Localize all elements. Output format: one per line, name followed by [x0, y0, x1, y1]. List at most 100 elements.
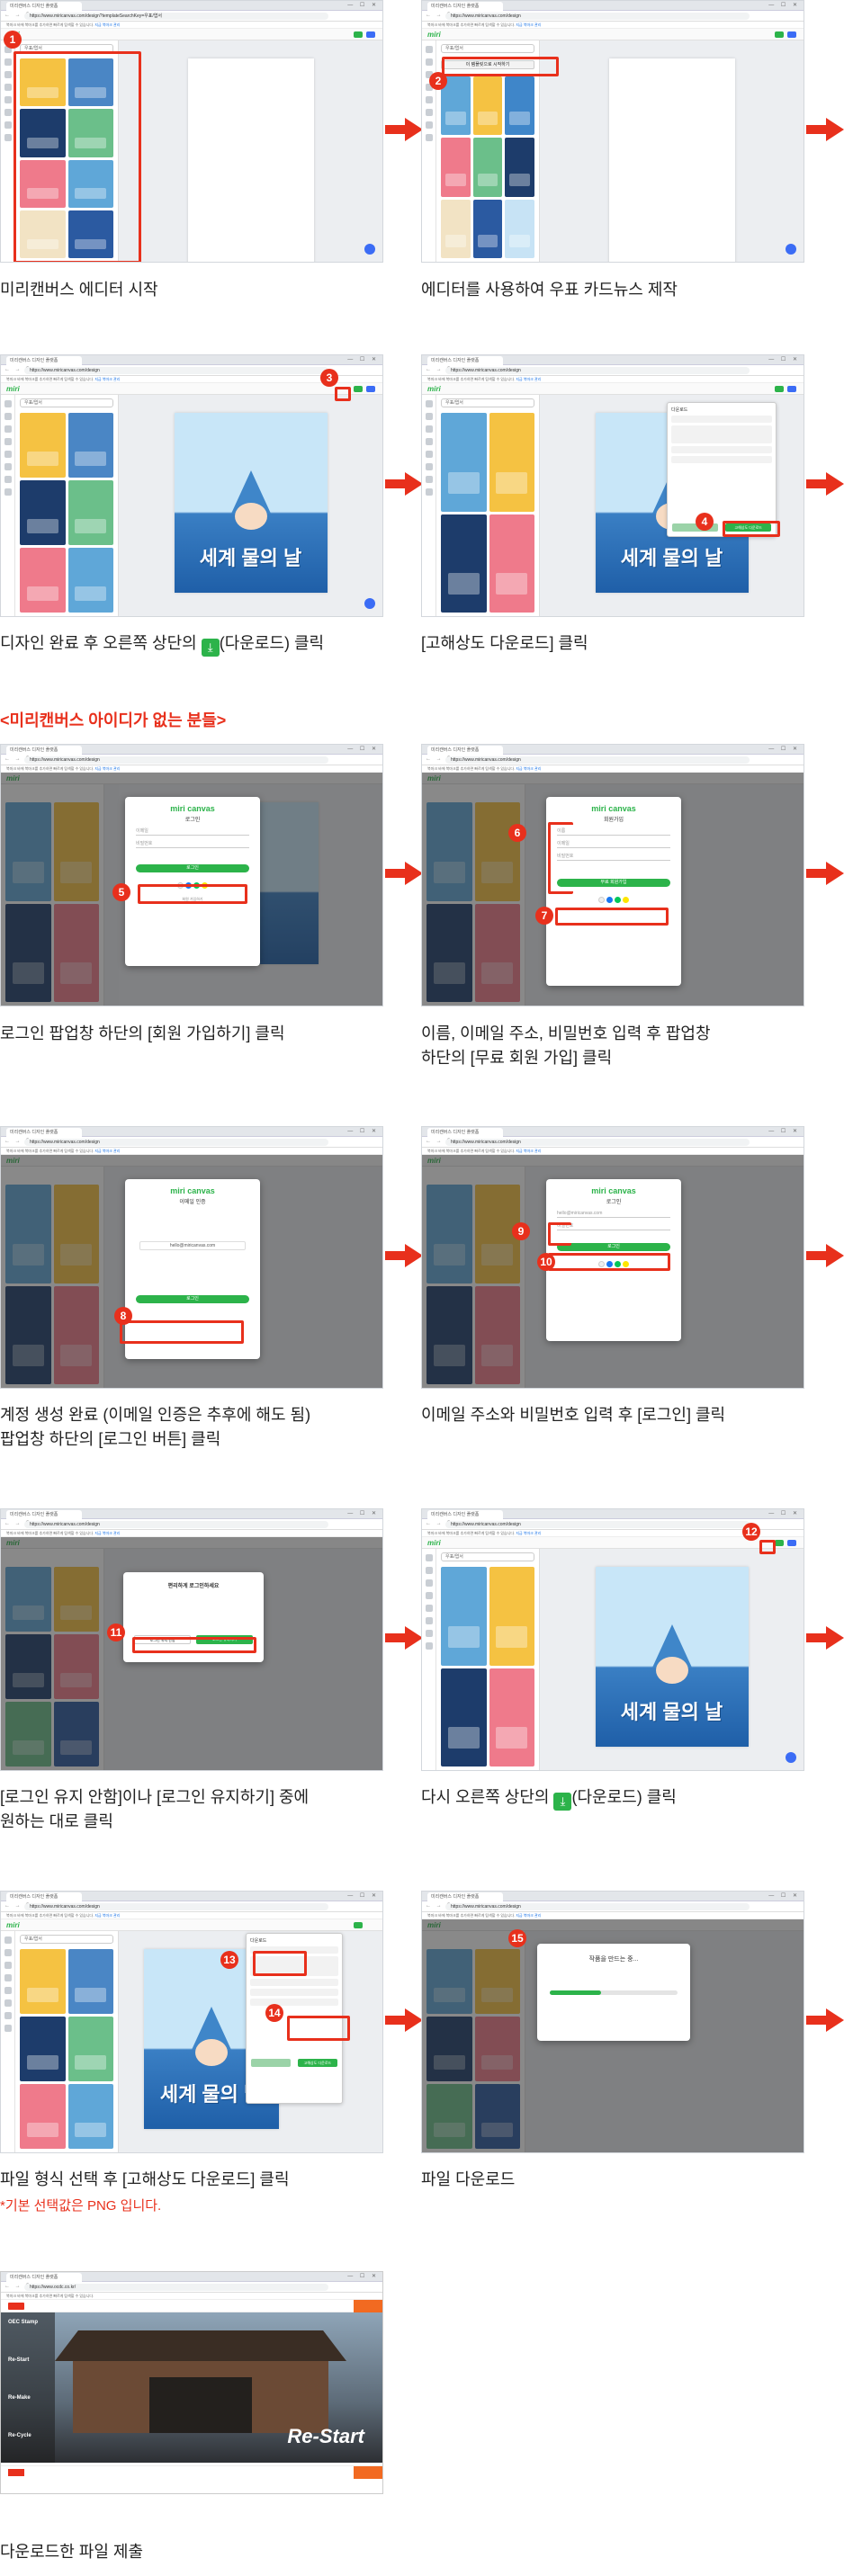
- address-bar[interactable]: https://www.ocdc.co.kr/: [24, 2284, 328, 2291]
- download-button[interactable]: [354, 31, 363, 38]
- address-bar[interactable]: https://www.miricanvas.com/design?templa…: [24, 13, 328, 20]
- name-field[interactable]: 이름: [557, 827, 670, 836]
- help-fab[interactable]: [786, 1752, 796, 1763]
- naver-icon[interactable]: [615, 897, 621, 903]
- download-button[interactable]: [354, 386, 363, 392]
- miri-logo[interactable]: miri: [6, 385, 20, 393]
- window-controls[interactable]: — ☐ ✕: [768, 1892, 800, 1899]
- email-field[interactable]: hello@miricanvas.com: [557, 1210, 670, 1218]
- password-field[interactable]: 비밀번호: [136, 840, 249, 848]
- share-button[interactable]: [787, 1540, 796, 1546]
- download-button[interactable]: [354, 1922, 363, 1928]
- window-controls[interactable]: — ☐ ✕: [347, 1128, 379, 1134]
- free-signup-button[interactable]: 무료 회원가입: [557, 879, 670, 887]
- design-page[interactable]: 세계 물의 날: [174, 413, 328, 593]
- facebook-icon[interactable]: [606, 897, 613, 903]
- share-button[interactable]: [787, 31, 796, 38]
- miri-logo[interactable]: miri: [427, 1539, 441, 1547]
- address-bar[interactable]: https://www.miricanvas.com/design: [24, 1521, 328, 1528]
- download-button[interactable]: [775, 31, 784, 38]
- browser-tab[interactable]: 미리캔버스 디자인 플랫폼: [427, 2, 503, 11]
- template-thumb[interactable]: [20, 548, 66, 613]
- template-search-input[interactable]: 우표/엽서: [20, 1935, 113, 1944]
- window-controls[interactable]: — ☐ ✕: [347, 746, 379, 752]
- address-bar[interactable]: https://www.miricanvas.com/design: [445, 367, 750, 374]
- miri-logo[interactable]: miri: [427, 385, 441, 393]
- miri-logo[interactable]: miri: [427, 31, 441, 39]
- login-button[interactable]: 로그인: [557, 1243, 670, 1251]
- template-thumb[interactable]: [67, 548, 113, 613]
- window-controls[interactable]: — ☐ ✕: [347, 1892, 379, 1899]
- template-search-input[interactable]: 우표/엽서: [441, 398, 534, 407]
- address-bar[interactable]: https://www.miricanvas.com/design: [24, 1139, 328, 1146]
- address-bar[interactable]: https://www.miricanvas.com/design: [445, 1139, 750, 1146]
- window-controls[interactable]: — ☐ ✕: [768, 1510, 800, 1516]
- window-controls[interactable]: — ☐ ✕: [347, 1510, 379, 1516]
- browser-tab[interactable]: 미리캔버스 디자인 플랫폼: [6, 1510, 82, 1519]
- template-thumb[interactable]: [472, 76, 503, 136]
- template-thumb[interactable]: [20, 480, 66, 545]
- share-button[interactable]: [787, 386, 796, 392]
- template-thumb[interactable]: [67, 413, 113, 478]
- template-thumb[interactable]: [489, 514, 534, 613]
- share-button[interactable]: [366, 31, 375, 38]
- password-field[interactable]: 비밀번호: [557, 853, 670, 861]
- browser-tab[interactable]: 미리캔버스 디자인 플랫폼: [6, 2, 82, 11]
- window-controls[interactable]: — ☐ ✕: [768, 1128, 800, 1134]
- browser-tab[interactable]: 미리캔버스 디자인 플랫폼: [427, 1892, 503, 1901]
- template-thumb[interactable]: [472, 199, 503, 258]
- window-controls[interactable]: — ☐ ✕: [347, 356, 379, 362]
- template-thumb[interactable]: [441, 413, 487, 512]
- window-controls[interactable]: — ☐ ✕: [347, 2, 379, 8]
- address-bar[interactable]: https://www.miricanvas.com/design: [24, 367, 328, 374]
- window-controls[interactable]: — ☐ ✕: [768, 2, 800, 8]
- template-search-input[interactable]: 우표/엽서: [20, 398, 113, 407]
- miri-logo[interactable]: miri: [6, 1921, 20, 1929]
- google-icon[interactable]: [598, 897, 605, 903]
- share-button[interactable]: [366, 386, 375, 392]
- template-thumb[interactable]: [441, 199, 471, 258]
- download-button[interactable]: [775, 386, 784, 392]
- browser-tab[interactable]: 미리캔버스 디자인 플랫폼: [427, 1128, 503, 1137]
- help-fab[interactable]: [786, 244, 796, 255]
- browser-tab[interactable]: 미리캔버스 디자인 플랫폼: [427, 356, 503, 365]
- template-thumb[interactable]: [505, 199, 534, 258]
- blank-page[interactable]: [608, 58, 735, 262]
- hq-download-button[interactable]: 고해상도 다운로드: [297, 2059, 337, 2067]
- template-thumb[interactable]: [20, 413, 66, 478]
- browser-tab[interactable]: 미리캔버스 디자인 플랫폼: [6, 1892, 82, 1901]
- email-field[interactable]: 이메일: [136, 827, 249, 836]
- login-button[interactable]: 로그인: [136, 1295, 249, 1303]
- template-thumb[interactable]: [505, 138, 534, 197]
- site-logo[interactable]: [8, 2303, 24, 2310]
- template-thumb[interactable]: [489, 413, 534, 512]
- address-bar[interactable]: https://www.miricanvas.com/design: [24, 1903, 328, 1910]
- login-button[interactable]: 로그인: [136, 864, 249, 872]
- browser-tab[interactable]: 미리캔버스 디자인 플랫폼: [6, 746, 82, 755]
- password-field[interactable]: 비밀번호: [557, 1222, 670, 1230]
- help-fab[interactable]: [364, 244, 375, 255]
- browser-tab[interactable]: 미리캔버스 디자인 플랫폼: [6, 356, 82, 365]
- browser-tab[interactable]: 미리캔버스 디자인 플랫폼: [427, 746, 503, 755]
- window-controls[interactable]: — ☐ ✕: [768, 356, 800, 362]
- template-search-input[interactable]: 우표/엽서: [441, 44, 534, 53]
- email-field[interactable]: 이메일: [557, 840, 670, 848]
- blank-page[interactable]: [187, 58, 314, 262]
- template-search-input[interactable]: 우표/엽서: [441, 1552, 534, 1561]
- address-bar[interactable]: https://www.miricanvas.com/design: [445, 1903, 750, 1910]
- template-thumb[interactable]: [505, 76, 534, 136]
- window-controls[interactable]: — ☐ ✕: [347, 2273, 379, 2279]
- template-thumb[interactable]: [441, 514, 487, 613]
- window-controls[interactable]: — ☐ ✕: [768, 746, 800, 752]
- kakao-icon[interactable]: [623, 897, 629, 903]
- address-bar[interactable]: https://www.miricanvas.com/design: [445, 1521, 750, 1528]
- browser-tab[interactable]: 미리캔버스 디자인 플랫폼: [6, 2273, 82, 2282]
- menu-button[interactable]: [354, 2300, 382, 2312]
- address-bar[interactable]: https://www.miricanvas.com/design: [445, 13, 750, 20]
- download-button[interactable]: [775, 1540, 784, 1546]
- help-fab[interactable]: [364, 598, 375, 609]
- address-bar[interactable]: https://www.miricanvas.com/design: [24, 756, 328, 764]
- template-thumb[interactable]: [472, 138, 503, 197]
- template-thumb[interactable]: [441, 138, 471, 197]
- address-bar[interactable]: https://www.miricanvas.com/design: [445, 756, 750, 764]
